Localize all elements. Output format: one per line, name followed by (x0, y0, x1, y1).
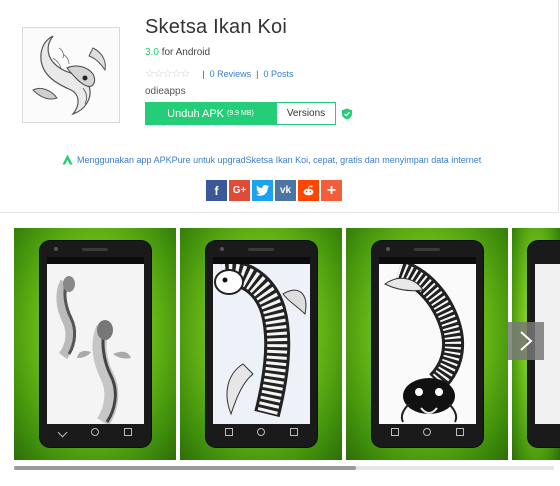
app-title: Sketsa Ikan Koi (145, 16, 287, 38)
version-line: 3.0 for Android (145, 47, 210, 58)
google-plus-icon: G+ (232, 185, 247, 196)
rating-stars-icon: ☆☆☆☆☆ (145, 68, 190, 80)
twitter-icon (256, 185, 269, 196)
action-row: Unduh APK (9.9 MB) Versions (145, 102, 353, 125)
koi-sketch-icon (23, 28, 119, 122)
share-buttons: f G+ vk + (206, 180, 342, 201)
screenshot-thumbnail[interactable] (180, 228, 342, 460)
apkpure-promo[interactable]: Menggunakan app APKPure untuk upgradSket… (62, 154, 502, 165)
phone-frame (372, 241, 483, 447)
promo-text: Menggunakan app APKPure untuk upgradSket… (77, 154, 482, 165)
divider: | (256, 68, 259, 79)
versions-button[interactable]: Versions (276, 102, 336, 125)
gallery-scrollbar-thumb[interactable] (14, 466, 356, 470)
share-more-icon: + (326, 181, 337, 199)
screenshot-thumbnail[interactable] (14, 228, 176, 460)
app-page: Sketsa Ikan Koi 3.0 for Android ☆☆☆☆☆ | … (0, 0, 560, 486)
screenshot-thumbnail[interactable] (346, 228, 508, 460)
reddit-icon (303, 185, 314, 196)
rating-line: ☆☆☆☆☆ | 0 Reviews | 0 Posts (145, 67, 294, 80)
chevron-right-icon (520, 331, 533, 351)
share-reddit-button[interactable] (298, 180, 319, 201)
verified-shield-icon (342, 108, 352, 119)
share-vk-button[interactable]: vk (275, 180, 296, 201)
screenshot-gallery[interactable] (0, 213, 560, 486)
share-more-button[interactable]: + (321, 180, 342, 201)
gallery-next-button[interactable] (508, 322, 544, 360)
share-google-plus-button[interactable]: G+ (229, 180, 250, 201)
reviews-link[interactable]: 0 Reviews (210, 69, 252, 79)
download-label: Unduh APK (167, 107, 225, 120)
download-size: (9.9 MB) (227, 110, 254, 117)
share-facebook-button[interactable]: f (206, 180, 227, 201)
divider: | (202, 68, 205, 79)
share-twitter-button[interactable] (252, 180, 273, 201)
app-header-card: Sketsa Ikan Koi 3.0 for Android ☆☆☆☆☆ | … (0, 0, 559, 213)
apkpure-logo-icon (62, 154, 73, 165)
developer-name: odieapps (145, 86, 186, 97)
download-apk-button[interactable]: Unduh APK (9.9 MB) (145, 102, 276, 125)
phone-frame (206, 241, 317, 447)
screenshot-image (47, 264, 144, 424)
app-version: 3.0 (145, 47, 159, 58)
posts-link[interactable]: 0 Posts (264, 69, 294, 79)
screenshot-image (213, 264, 310, 424)
screenshot-image (379, 264, 476, 424)
vk-icon: vk (279, 185, 292, 196)
platform-label: for Android (161, 47, 211, 58)
facebook-icon: f (214, 183, 219, 198)
app-icon (22, 27, 120, 123)
phone-frame (40, 241, 151, 447)
